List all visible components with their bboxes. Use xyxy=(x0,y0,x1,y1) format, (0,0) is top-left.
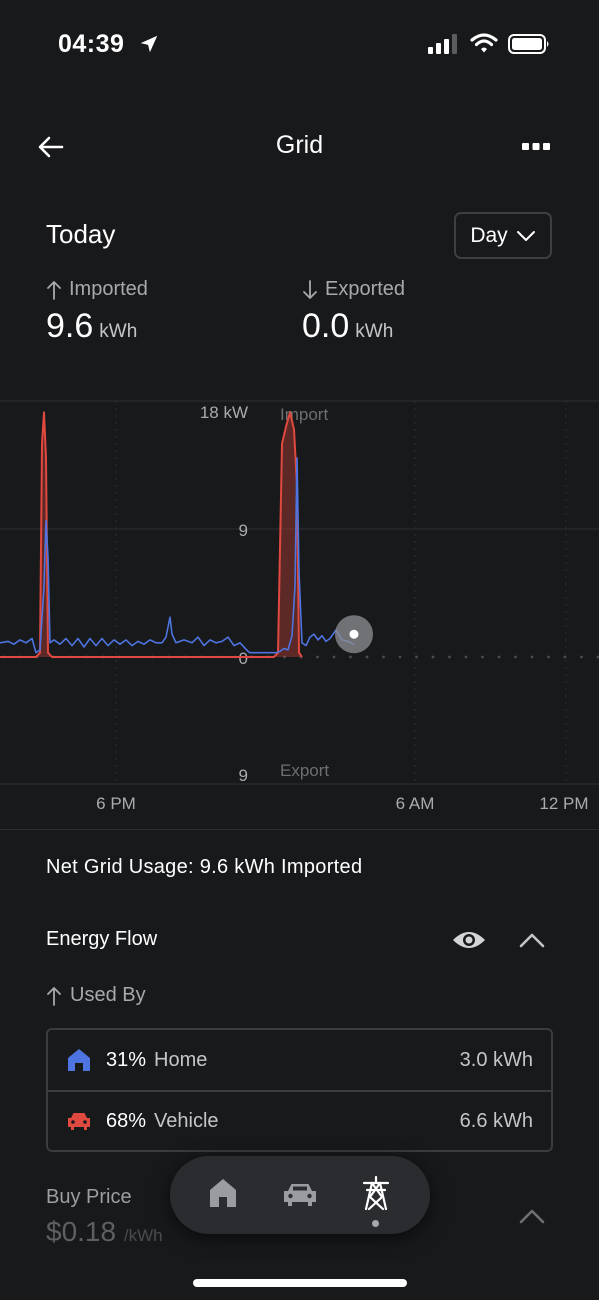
chevron-up-icon[interactable] xyxy=(518,932,546,948)
zero-line-dot xyxy=(316,655,319,659)
battery-icon xyxy=(508,34,549,54)
flow-name: Home xyxy=(154,1048,208,1071)
zero-line-dot xyxy=(530,655,534,659)
exported-stat: Exported 0.0 kWh xyxy=(302,278,405,346)
buy-price-amount: $0.18 xyxy=(46,1216,117,1247)
zero-line-dot xyxy=(382,655,385,659)
grid-power-chart[interactable]: 18 kW Import 9 0 Export 9 6 PM 6 AM 12 P… xyxy=(0,392,599,832)
flow-name: Vehicle xyxy=(154,1109,219,1132)
buy-price-unit: /kWh xyxy=(123,1226,163,1245)
period-selector-label: Day xyxy=(470,223,508,247)
zero-line-dot xyxy=(497,655,501,659)
arrow-up-icon xyxy=(47,986,61,1006)
buy-price-label: Buy Price xyxy=(46,1186,132,1208)
imported-label: Imported xyxy=(69,278,148,300)
period-selector-button[interactable]: Day xyxy=(454,212,552,259)
page-title: Grid xyxy=(275,131,324,159)
energy-flow-list: 31% Home 3.0 kWh 68% Vehicle 6.6 kWh xyxy=(46,1028,553,1152)
eye-icon[interactable] xyxy=(452,928,486,952)
x-tick-label: 6 PM xyxy=(96,794,136,813)
cellular-signal-icon xyxy=(428,34,457,54)
current-value-marker[interactable] xyxy=(349,629,359,639)
flow-row-home[interactable]: 31% Home 3.0 kWh xyxy=(48,1030,551,1090)
imported-stat: Imported 9.6 kWh xyxy=(46,278,148,346)
flow-row-vehicle[interactable]: 68% Vehicle 6.6 kWh xyxy=(48,1090,551,1150)
chevron-down-icon xyxy=(516,230,535,241)
used-by-heading: Used By xyxy=(46,984,146,1007)
status-time: 04:39 xyxy=(58,30,125,58)
zero-line-dot xyxy=(448,655,451,659)
buy-price-value: $0.18 /kWh xyxy=(46,1216,163,1248)
x-tick-label: 6 AM xyxy=(396,794,435,813)
grid-tower-icon[interactable] xyxy=(360,1175,392,1211)
arrow-up-icon xyxy=(47,280,61,300)
home-icon xyxy=(68,1049,90,1071)
exported-value: 0.0 xyxy=(302,307,350,345)
more-options-icon[interactable] xyxy=(520,141,552,153)
zero-line-dot xyxy=(547,655,550,659)
y-tick-bottom: 9 xyxy=(239,766,248,785)
y-tick-mid: 9 xyxy=(239,521,248,540)
zero-line-dot xyxy=(365,655,369,659)
zero-line-dot xyxy=(580,655,583,659)
used-by-label: Used By xyxy=(70,984,146,1006)
series-line xyxy=(0,457,355,654)
zero-line-dot xyxy=(514,655,517,659)
y-tick-zero: 0 xyxy=(239,649,248,668)
car-icon xyxy=(68,1113,90,1130)
arrow-down-icon xyxy=(303,279,317,299)
location-arrow-icon xyxy=(140,35,158,53)
home-indicator xyxy=(193,1279,407,1287)
divider xyxy=(0,829,599,830)
active-tab-indicator xyxy=(372,1220,379,1227)
zero-line-dot xyxy=(464,655,468,659)
x-tick-label: 12 PM xyxy=(539,794,588,813)
zero-line-dot xyxy=(563,655,567,659)
car-icon[interactable] xyxy=(282,1180,318,1208)
zero-line-dot xyxy=(481,655,484,659)
wifi-icon xyxy=(470,33,498,53)
exported-label: Exported xyxy=(325,278,406,300)
period-heading: Today xyxy=(46,219,116,249)
export-label: Export xyxy=(280,761,329,780)
zero-line-dot xyxy=(349,655,352,659)
energy-flow-title: Energy Flow xyxy=(46,928,158,950)
flow-value: 3.0 kWh xyxy=(459,1048,533,1071)
zero-line-dot xyxy=(332,655,336,659)
zero-line-dot xyxy=(398,655,402,659)
flow-value: 6.6 kWh xyxy=(459,1109,533,1132)
chevron-up-icon[interactable] xyxy=(518,1208,546,1224)
imported-unit: kWh xyxy=(99,321,138,342)
exported-unit: kWh xyxy=(355,321,394,342)
flow-percent: 68% xyxy=(106,1109,147,1132)
y-tick-top: 18 kW xyxy=(200,403,248,422)
zero-line-dot xyxy=(431,655,435,659)
flow-percent: 31% xyxy=(106,1048,147,1071)
home-icon[interactable] xyxy=(208,1177,238,1209)
imported-value: 9.6 xyxy=(46,307,94,345)
net-grid-usage: Net Grid Usage: 9.6 kWh Imported xyxy=(46,856,363,878)
zero-line-dot xyxy=(415,655,418,659)
